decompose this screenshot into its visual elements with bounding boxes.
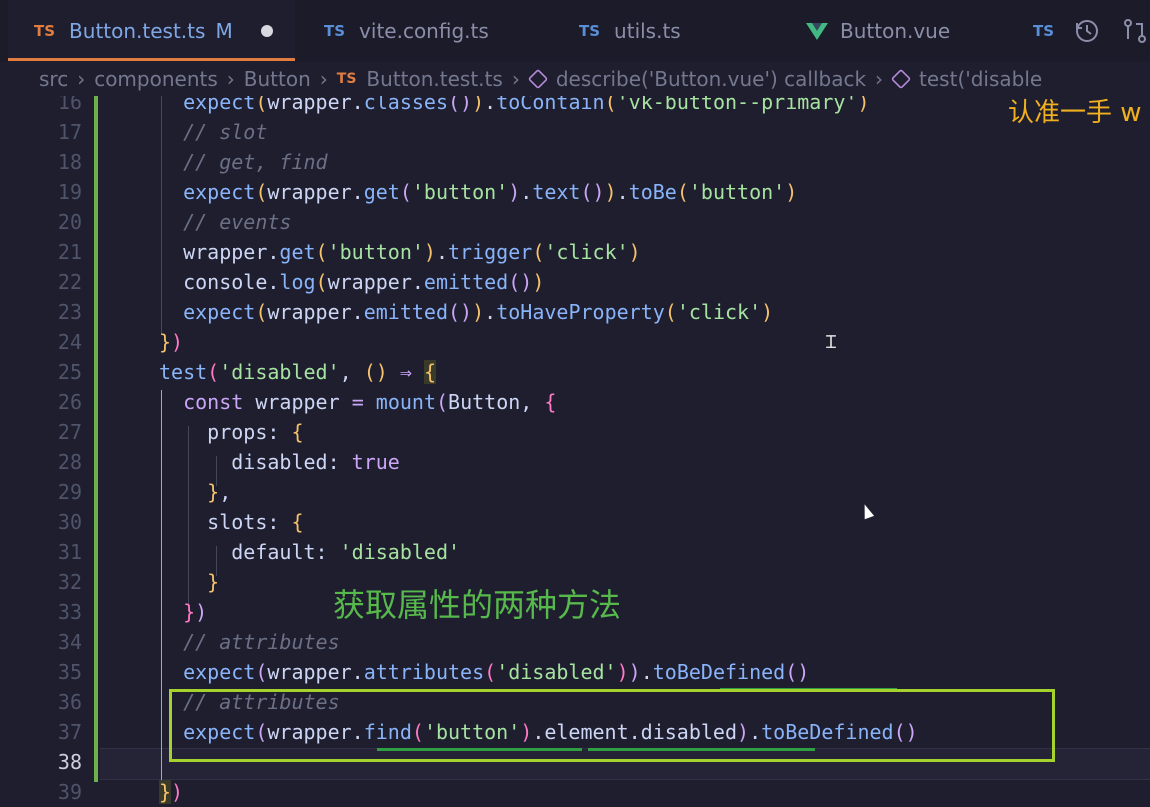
code-line: 39}): [57, 780, 184, 804]
tab-button-test-ts[interactable]: TS Button.test.ts M: [8, 0, 295, 62]
typescript-icon: TS: [34, 22, 56, 40]
tab-vite-config-ts[interactable]: TS vite.config.ts: [324, 0, 489, 62]
typescript-icon: TS: [336, 71, 357, 87]
tab-bar: TS Button.test.ts M TS vite.config.ts TS…: [0, 0, 1150, 62]
code-line: 18 // get, find: [57, 150, 328, 174]
tab-label: Button.test.ts: [69, 19, 206, 43]
code-line: 26 const wrapper = mount(Button, {: [57, 390, 557, 414]
symbol-method-icon: [890, 68, 912, 90]
breadcrumb: src › components › Button › TS Button.te…: [0, 62, 1150, 96]
typescript-icon: TS: [324, 22, 346, 40]
modified-indicator: M: [215, 19, 233, 43]
compare-icon[interactable]: [1122, 18, 1148, 44]
unsaved-dot-icon[interactable]: [260, 25, 273, 37]
text-cursor-icon: Ɪ: [826, 332, 837, 353]
code-line: 34 // attributes: [57, 630, 340, 654]
chevron-right-icon: ›: [77, 67, 86, 91]
code-line: 20 // events: [57, 210, 292, 234]
code-line: 28 disabled: true: [57, 450, 400, 474]
code-line: 16 expect(wrapper.classes()).toContain('…: [57, 96, 870, 114]
code-line: 25 test('disabled', () ⇒ {: [57, 360, 437, 384]
tab-label: vite.config.ts: [359, 19, 489, 43]
code-editor[interactable]: 16 expect(wrapper.classes()).toContain('…: [0, 96, 1150, 807]
tab-button-vue[interactable]: Button.vue: [806, 0, 950, 62]
breadcrumb-test[interactable]: test('disable: [919, 67, 1042, 91]
annotation-highlight-box: [169, 689, 1055, 762]
tab-utils-ts[interactable]: TS utils.ts: [579, 0, 681, 62]
tab-overflow[interactable]: TS: [1033, 0, 1068, 62]
breadcrumb-describe[interactable]: describe('Button.vue') callback: [556, 67, 866, 91]
typescript-icon: TS: [579, 22, 601, 40]
code-line: 27 props: {: [57, 420, 304, 444]
breadcrumb-button[interactable]: Button: [244, 67, 311, 91]
history-icon[interactable]: [1074, 18, 1100, 44]
code-line: 30 slots: {: [57, 510, 304, 534]
code-line: 35 expect(wrapper.attributes('disabled')…: [57, 660, 810, 684]
annotation-caption: 获取属性的两种方法: [333, 586, 622, 624]
code-line: 23 expect(wrapper.emitted()).toHavePrope…: [57, 300, 774, 324]
chevron-right-icon: ›: [875, 67, 884, 91]
code-line: 29 },: [57, 480, 232, 504]
chevron-right-icon: ›: [511, 67, 520, 91]
breadcrumb-components[interactable]: components: [94, 67, 218, 91]
code-line: 24}): [57, 330, 184, 354]
typescript-icon: TS: [1033, 22, 1055, 40]
chevron-right-icon: ›: [226, 67, 235, 91]
chevron-right-icon: ›: [319, 67, 328, 91]
active-tab-underline: [8, 58, 295, 61]
vue-icon: [806, 22, 828, 40]
watermark-text: 认准一手 w: [1008, 98, 1142, 128]
tab-label: Button.vue: [840, 19, 951, 43]
breadcrumb-file[interactable]: Button.test.ts: [366, 67, 502, 91]
code-line: 31 default: 'disabled': [57, 540, 461, 564]
code-line: 19 expect(wrapper.get('button').text()).…: [57, 180, 798, 204]
code-line: 17 // slot: [57, 120, 268, 144]
breadcrumb-src[interactable]: src: [39, 67, 68, 91]
symbol-method-icon: [527, 68, 548, 90]
code-line: 21 wrapper.get('button').trigger('click'…: [57, 240, 641, 264]
code-line: 22 console.log(wrapper.emitted()): [57, 270, 545, 294]
tab-label: utils.ts: [614, 19, 681, 43]
